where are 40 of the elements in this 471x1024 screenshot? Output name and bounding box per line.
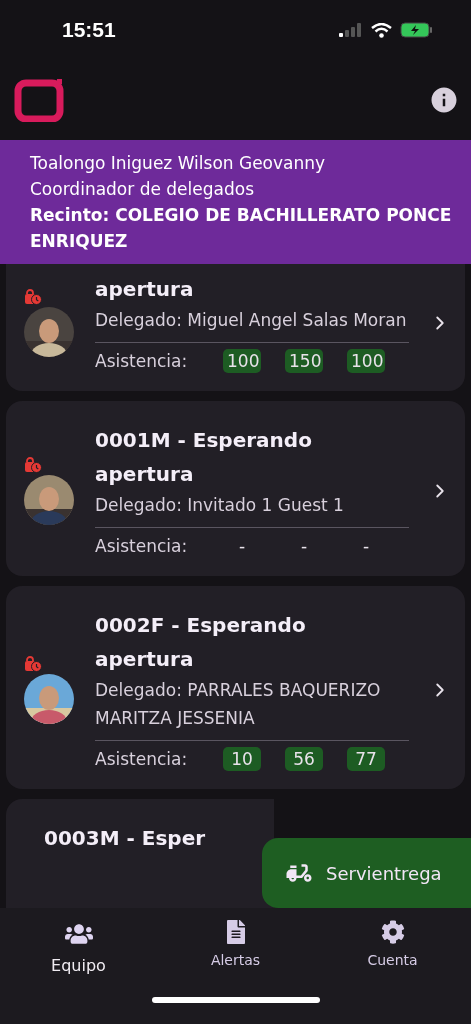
attendance-label: Asistencia: — [95, 749, 189, 769]
attendance-count: 10 — [223, 747, 261, 771]
signal-icon — [339, 23, 363, 37]
card-title: apertura — [95, 276, 195, 303]
battery-charging-icon — [400, 22, 433, 38]
coordinator-role: Coordinador de delegados — [30, 178, 255, 201]
delegate-card[interactable]: apertura Delegado: Miguel Angel Salas Moran Asistencia: 100 150 100 — [6, 264, 465, 391]
attendance-value: - — [361, 535, 371, 558]
nav-tab[interactable]: Equipo — [23, 920, 134, 975]
attendance-value: - — [237, 535, 247, 558]
card-title: 0003M - Esper — [44, 825, 207, 852]
lock-clock-icon — [24, 288, 42, 305]
delegate-card[interactable]: 0002F - Esperando apertura Delegado: PARRALES BAQUERIZO MARITZA JESSENIA Asistencia: 10 56 77 — [6, 586, 465, 789]
attendance-label: Asistencia: — [95, 351, 189, 371]
delegate-name: Delegado: Invitado 1 Guest 1 — [95, 494, 345, 517]
attendance-count: 77 — [347, 747, 385, 771]
info-icon[interactable] — [429, 85, 459, 115]
wifi-icon — [371, 22, 392, 38]
nav-tab[interactable]: Cuenta — [337, 920, 448, 975]
coordinator-name: Toalongo Iniguez Wilson Geovanny — [30, 152, 327, 175]
lock-clock-icon — [24, 456, 42, 473]
delegate-card[interactable]: 0003M - Esper — [6, 799, 274, 908]
lock-clock-icon — [24, 655, 42, 672]
attendance-count: 100 — [223, 349, 261, 373]
settings-icon — [380, 920, 405, 944]
attendance-value: - — [299, 535, 309, 558]
attendance-count: 56 — [285, 747, 323, 771]
venue-text: Recinto: COLEGIO DE BACHILLERATO PONCE ENRIQUEZ — [30, 204, 453, 253]
servientrega-button[interactable]: Servientrega — [262, 838, 471, 908]
attendance-count: 150 — [285, 349, 323, 373]
attendance-count: 100 — [347, 349, 385, 373]
delegate-name: Delegado: Miguel Angel Salas Moran — [95, 309, 408, 332]
delegate-card[interactable]: 0001M - Esperando apertura Delegado: Invitado 1 Guest 1 Asistencia: - - - — [6, 401, 465, 576]
app-logo — [14, 78, 66, 122]
card-title: 0001M - Esperando apertura — [95, 427, 313, 488]
status-time: 15:51 — [62, 18, 116, 42]
delegate-name: Delegado: PARRALES BAQUERIZO MARITZA JESSENIA — [95, 679, 382, 730]
attendance-label: Asistencia: — [95, 536, 189, 556]
nav-tab[interactable]: Alertas — [180, 920, 291, 975]
card-title: 0002F - Esperando apertura — [95, 612, 307, 673]
